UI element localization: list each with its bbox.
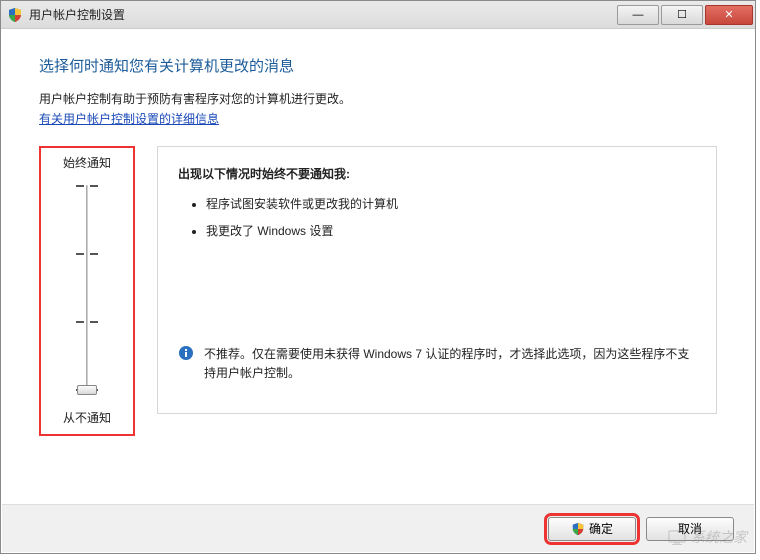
slider-top-label: 始终通知: [45, 154, 129, 171]
info-icon: [178, 345, 194, 361]
shield-icon: [571, 522, 585, 536]
window-controls: — ☐ ✕: [615, 5, 753, 25]
content-area: 选择何时通知您有关计算机更改的消息 用户帐户控制有助于预防有害程序对您的计算机进…: [1, 29, 755, 436]
shield-icon: [7, 7, 23, 23]
info-row: 不推荐。仅在需要使用未获得 Windows 7 认证的程序时，才选择此选项，因为…: [178, 345, 696, 383]
minimize-button[interactable]: —: [617, 5, 659, 25]
slider-tick: [76, 321, 98, 322]
slider-tick: [76, 185, 98, 186]
slider-thumb[interactable]: [77, 385, 97, 395]
footer: 确定 取消: [2, 504, 754, 552]
detail-bullet: 我更改了 Windows 设置: [206, 223, 696, 240]
ok-button[interactable]: 确定: [548, 517, 636, 541]
uac-settings-window: 用户帐户控制设置 — ☐ ✕ 选择何时通知您有关计算机更改的消息 用户帐户控制有…: [0, 0, 756, 554]
notification-level-slider[interactable]: [72, 181, 102, 399]
window-title: 用户帐户控制设置: [29, 6, 615, 23]
page-heading: 选择何时通知您有关计算机更改的消息: [39, 55, 717, 76]
titlebar[interactable]: 用户帐户控制设置 — ☐ ✕: [1, 1, 755, 29]
detail-heading: 出现以下情况时始终不要通知我:: [178, 165, 696, 182]
close-button[interactable]: ✕: [705, 5, 753, 25]
cancel-button-label: 取消: [678, 520, 702, 537]
cancel-button[interactable]: 取消: [646, 517, 734, 541]
slider-panel: 始终通知 从不通知: [39, 146, 135, 436]
detail-bullet-list: 程序试图安装软件或更改我的计算机 我更改了 Windows 设置: [178, 196, 696, 240]
detail-panel: 出现以下情况时始终不要通知我: 程序试图安装软件或更改我的计算机 我更改了 Wi…: [157, 146, 717, 414]
ok-button-label: 确定: [589, 520, 613, 537]
slider-tick: [76, 253, 98, 254]
help-link[interactable]: 有关用户帐户控制设置的详细信息: [39, 112, 219, 126]
slider-bottom-label: 从不通知: [45, 409, 129, 426]
detail-bullet: 程序试图安装软件或更改我的计算机: [206, 196, 696, 213]
info-text: 不推荐。仅在需要使用未获得 Windows 7 认证的程序时，才选择此选项，因为…: [204, 345, 696, 383]
slider-track-line: [86, 185, 88, 395]
maximize-button[interactable]: ☐: [661, 5, 703, 25]
main-area: 始终通知 从不通知 出现以下情况时始终不要通知我: 程序试图安装软件或更改我的计…: [39, 146, 717, 436]
page-description: 用户帐户控制有助于预防有害程序对您的计算机进行更改。: [39, 90, 717, 108]
